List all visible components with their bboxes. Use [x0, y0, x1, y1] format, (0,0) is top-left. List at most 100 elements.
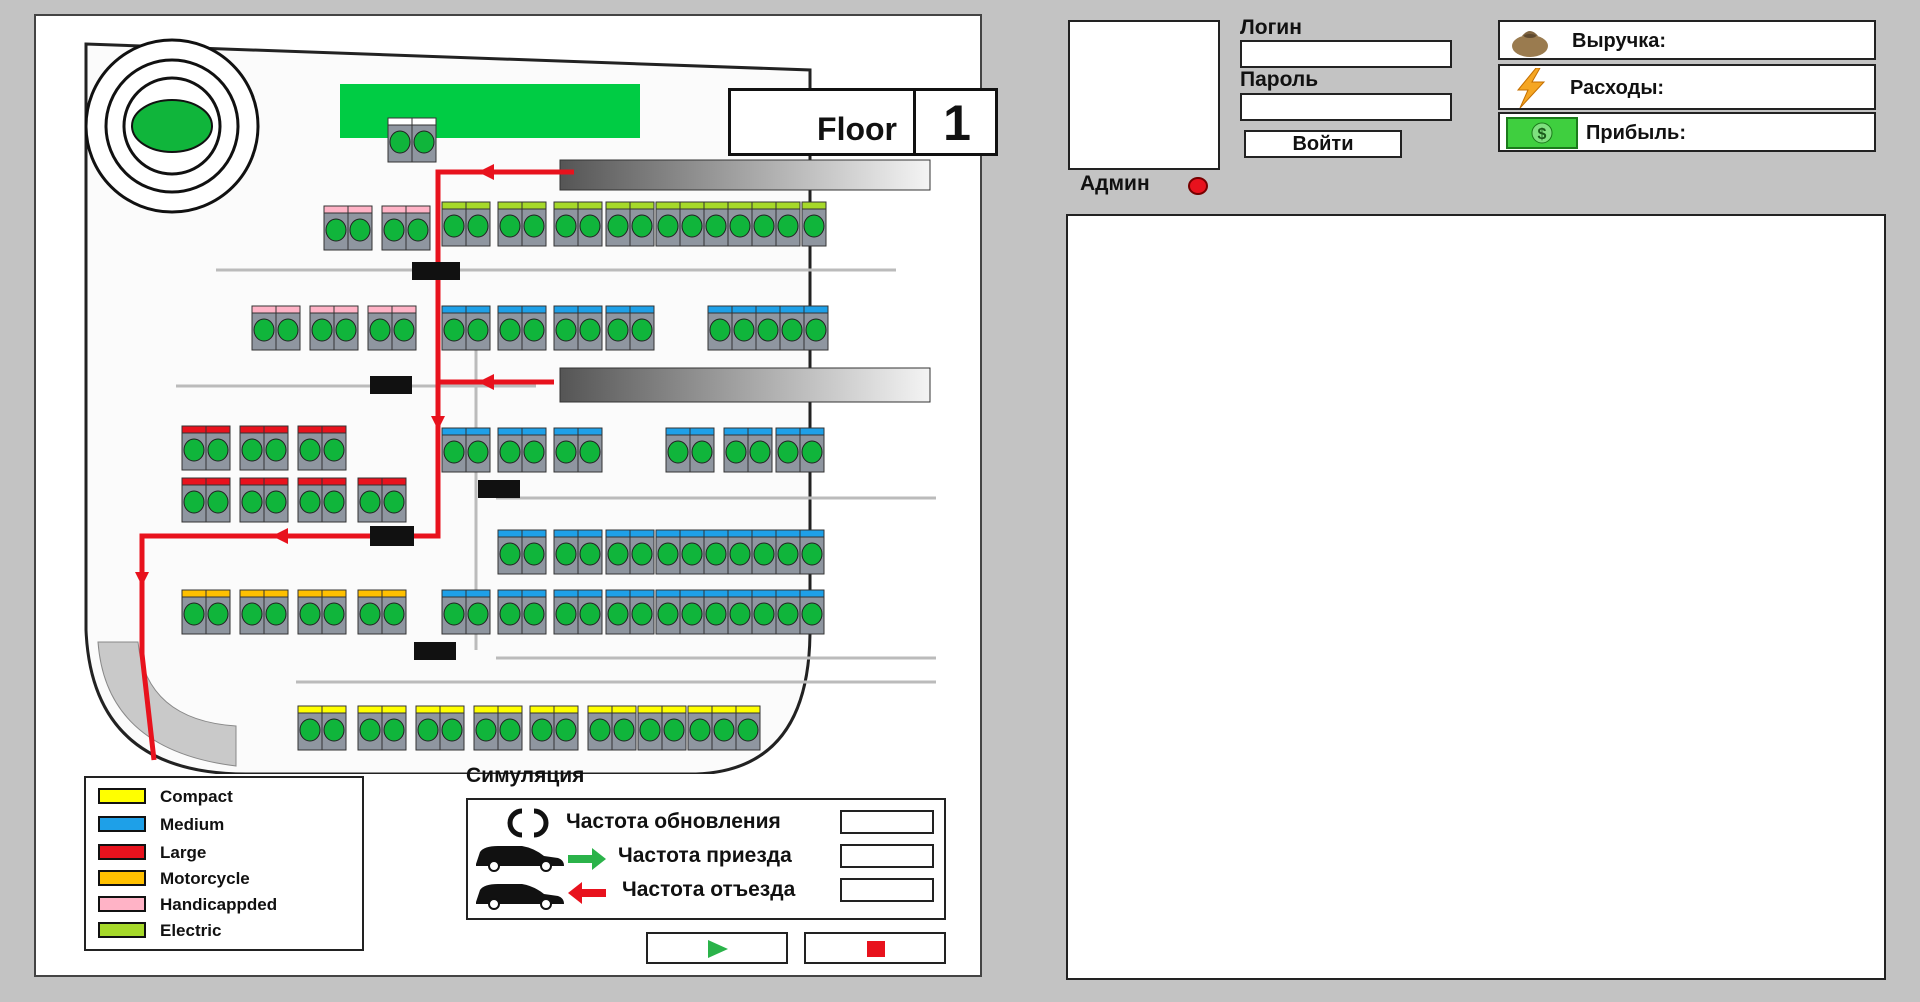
- occupied-car: [467, 214, 489, 238]
- occupied-car: [359, 602, 381, 626]
- spot-type-marker: [553, 201, 579, 210]
- occupied-car: [607, 318, 629, 342]
- occupied-car: [579, 542, 601, 566]
- spot-type-marker: [587, 705, 613, 714]
- spot-type-marker: [689, 427, 715, 436]
- occupied-car: [207, 490, 229, 514]
- stop-icon: [867, 941, 885, 957]
- occupied-car: [523, 318, 545, 342]
- departure-rate-input[interactable]: [840, 878, 934, 902]
- occupied-car: [325, 218, 347, 242]
- occupied-car: [555, 602, 577, 626]
- spot-type-marker: [497, 305, 523, 314]
- occupied-car: [241, 438, 263, 462]
- dollar-bill-icon: $: [1506, 117, 1578, 149]
- spot-type-marker: [703, 589, 729, 598]
- login-input[interactable]: [1240, 40, 1452, 68]
- occupied-car: [265, 438, 287, 462]
- occupied-car: [359, 490, 381, 514]
- occupied-car: [729, 602, 751, 626]
- spot-type-marker: [323, 205, 349, 214]
- spot-type-marker: [441, 427, 467, 436]
- money-bag-icon: [1512, 31, 1548, 57]
- arrival-rate-input[interactable]: [840, 844, 934, 868]
- password-input[interactable]: [1240, 93, 1452, 121]
- legend-swatch: [98, 870, 146, 886]
- password-label: Пароль: [1240, 68, 1319, 91]
- occupied-car: [323, 602, 345, 626]
- floor-number[interactable]: 1: [913, 91, 998, 153]
- spot-type-marker: [529, 705, 555, 714]
- spot-type-marker: [727, 201, 753, 210]
- admin-status-indicator: [1188, 177, 1208, 195]
- spot-type-marker: [665, 427, 691, 436]
- occupied-car: [265, 602, 287, 626]
- spot-type-marker: [347, 205, 373, 214]
- spot-type-marker: [321, 477, 347, 486]
- spot-type-marker: [703, 201, 729, 210]
- spot-type-marker: [553, 589, 579, 598]
- spot-type-marker: [441, 201, 467, 210]
- refresh-icon: [507, 808, 549, 838]
- spot-type-marker: [629, 529, 655, 538]
- occupied-car: [613, 718, 635, 742]
- spot-type-marker: [577, 305, 603, 314]
- spot-type-marker: [731, 305, 757, 314]
- play-button[interactable]: [646, 932, 788, 964]
- barrier-middle: [559, 367, 931, 403]
- spot-type-marker: [735, 705, 761, 714]
- spot-type-marker: [747, 427, 773, 436]
- spot-type-marker: [309, 305, 335, 314]
- expenses-label: Расходы:: [1570, 77, 1665, 99]
- spot-type-marker: [381, 589, 407, 598]
- spot-type-marker: [297, 589, 323, 598]
- spot-type-marker: [521, 529, 547, 538]
- occupied-car: [265, 490, 287, 514]
- occupied-car: [253, 318, 275, 342]
- spot-type-marker: [679, 529, 705, 538]
- spot-type-marker: [321, 425, 347, 434]
- occupied-car: [359, 718, 381, 742]
- svg-text:$: $: [1538, 126, 1547, 143]
- spot-type-marker: [711, 705, 737, 714]
- revenue-label: Выручка:: [1572, 30, 1667, 52]
- spot-type-marker: [707, 305, 733, 314]
- spot-legend: Compact Medium Large Motorcycle Handicap…: [84, 776, 364, 951]
- spot-type-marker: [521, 305, 547, 314]
- spot-type-marker: [687, 705, 713, 714]
- occupied-car: [413, 130, 435, 154]
- occupied-car: [323, 718, 345, 742]
- occupied-car: [277, 318, 299, 342]
- spot-type-marker: [751, 201, 777, 210]
- spot-type-marker: [465, 427, 491, 436]
- spot-type-marker: [497, 589, 523, 598]
- spot-type-marker: [799, 427, 825, 436]
- occupied-car: [733, 318, 755, 342]
- occupied-car: [705, 542, 727, 566]
- spot-type-marker: [321, 589, 347, 598]
- spot-type-marker: [803, 305, 829, 314]
- occupied-car: [631, 542, 653, 566]
- legend-swatch: [98, 896, 146, 912]
- legend-label: Handicappded: [160, 895, 278, 914]
- occupied-car: [607, 214, 629, 238]
- spot-type-marker: [605, 589, 631, 598]
- spot-type-marker: [263, 477, 289, 486]
- occupied-car: [555, 718, 577, 742]
- spot-type-marker: [263, 589, 289, 598]
- spot-type-marker: [727, 589, 753, 598]
- occupied-car: [753, 602, 775, 626]
- occupied-car: [475, 718, 497, 742]
- spot-type-marker: [297, 705, 323, 714]
- occupied-car: [801, 440, 823, 464]
- arrow-left-icon: [568, 882, 606, 904]
- occupied-car: [183, 602, 205, 626]
- occupied-car: [299, 602, 321, 626]
- occupied-car: [417, 718, 439, 742]
- stop-button[interactable]: [804, 932, 946, 964]
- spot-type-marker: [775, 529, 801, 538]
- occupied-car: [607, 602, 629, 626]
- update-rate-input[interactable]: [840, 810, 934, 834]
- login-button[interactable]: Войти: [1244, 130, 1402, 158]
- occupied-car: [467, 602, 489, 626]
